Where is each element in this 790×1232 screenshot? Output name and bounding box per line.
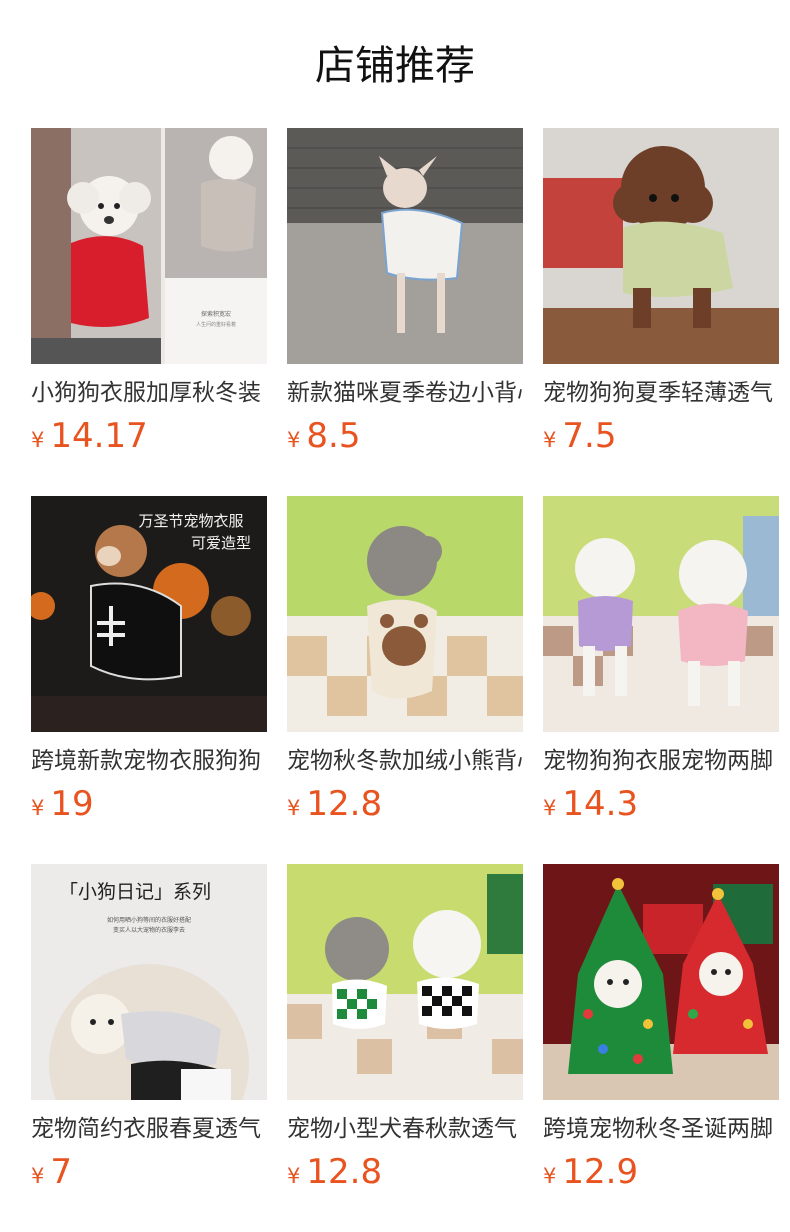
product-title[interactable]: 宠物狗狗夏季轻薄透气	[543, 377, 779, 409]
product-card[interactable]: 宠物狗狗衣服宠物两脚 ¥14.3	[543, 496, 779, 864]
product-image[interactable]: 万圣节宠物衣服 可爱造型	[31, 496, 267, 732]
product-price: ¥8.5	[287, 414, 360, 458]
price-value: 12.9	[562, 1152, 639, 1192]
product-price: ¥12.8	[287, 1150, 382, 1194]
product-title[interactable]: 跨境宠物秋冬圣诞两脚	[543, 1113, 779, 1145]
product-title[interactable]: 宠物狗狗衣服宠物两脚	[543, 745, 779, 777]
product-price: ¥14.17	[31, 414, 148, 458]
product-title[interactable]: 宠物简约衣服春夏透气	[31, 1113, 267, 1145]
product-card[interactable]: 宠物秋冬款加绒小熊背心 ¥12.8	[287, 496, 523, 864]
currency-symbol: ¥	[287, 1164, 301, 1188]
product-card[interactable]: 「小狗日记」系列 如何用晒小狗等间的衣服好搭配 变买人以大宠物的衣服李去 宠物简…	[31, 864, 267, 1232]
image-caption: 探索积宽宏	[201, 310, 231, 318]
price-value: 12.8	[306, 784, 383, 824]
product-card[interactable]: 跨境宠物秋冬圣诞两脚 ¥12.9	[543, 864, 779, 1232]
price-value: 14.17	[50, 416, 148, 456]
product-title[interactable]: 新款猫咪夏季卷边小背心	[287, 377, 523, 409]
product-image[interactable]	[287, 864, 523, 1100]
product-image[interactable]	[543, 128, 779, 364]
price-value: 8.5	[306, 416, 361, 456]
product-price: ¥12.8	[287, 782, 382, 826]
currency-symbol: ¥	[543, 1164, 557, 1188]
price-value: 7.5	[562, 416, 617, 456]
product-card[interactable]: 探索积宽宏 人生问的重好看着 小狗狗衣服加厚秋冬装 ¥14.17	[31, 128, 267, 496]
currency-symbol: ¥	[31, 1164, 45, 1188]
image-caption: 「小狗日记」系列	[59, 881, 211, 903]
currency-symbol: ¥	[287, 428, 301, 452]
product-image[interactable]: 探索积宽宏 人生问的重好看着	[31, 128, 267, 364]
image-caption: 变买人以大宠物的衣服李去	[113, 926, 185, 934]
image-caption: 可爱造型	[191, 534, 251, 552]
currency-symbol: ¥	[543, 428, 557, 452]
product-title[interactable]: 宠物秋冬款加绒小熊背心	[287, 745, 523, 777]
product-card[interactable]: 宠物小型犬春秋款透气 ¥12.8	[287, 864, 523, 1232]
image-caption: 万圣节宠物衣服	[138, 512, 243, 530]
currency-symbol: ¥	[543, 796, 557, 820]
product-image[interactable]	[543, 496, 779, 732]
image-caption: 如何用晒小狗等间的衣服好搭配	[107, 916, 191, 924]
product-price: ¥7.5	[543, 414, 616, 458]
currency-symbol: ¥	[287, 796, 301, 820]
product-price: ¥14.3	[543, 782, 638, 826]
product-price: ¥7	[31, 1150, 72, 1194]
product-title[interactable]: 跨境新款宠物衣服狗狗	[31, 745, 267, 777]
page-title: 店铺推荐	[315, 43, 475, 89]
product-card[interactable]: 宠物狗狗夏季轻薄透气 ¥7.5	[543, 128, 779, 496]
price-value: 7	[50, 1152, 73, 1192]
product-card[interactable]: 新款猫咪夏季卷边小背心 ¥8.5	[287, 128, 523, 496]
product-grid: 探索积宽宏 人生问的重好看着 小狗狗衣服加厚秋冬装 ¥14.17 新款猫咪夏季卷…	[31, 128, 779, 1232]
currency-symbol: ¥	[31, 428, 45, 452]
price-value: 14.3	[562, 784, 639, 824]
product-image[interactable]: 「小狗日记」系列 如何用晒小狗等间的衣服好搭配 变买人以大宠物的衣服李去	[31, 864, 267, 1100]
currency-symbol: ¥	[31, 796, 45, 820]
product-image[interactable]	[287, 496, 523, 732]
product-title[interactable]: 宠物小型犬春秋款透气	[287, 1113, 523, 1145]
product-card[interactable]: 万圣节宠物衣服 可爱造型 跨境新款宠物衣服狗狗 ¥19	[31, 496, 267, 864]
product-image[interactable]	[543, 864, 779, 1100]
price-value: 12.8	[306, 1152, 383, 1192]
image-caption: 人生问的重好看着	[196, 321, 236, 328]
product-price: ¥12.9	[543, 1150, 638, 1194]
product-price: ¥19	[31, 782, 94, 826]
product-title[interactable]: 小狗狗衣服加厚秋冬装	[31, 377, 267, 409]
product-image[interactable]	[287, 128, 523, 364]
price-value: 19	[50, 784, 94, 824]
